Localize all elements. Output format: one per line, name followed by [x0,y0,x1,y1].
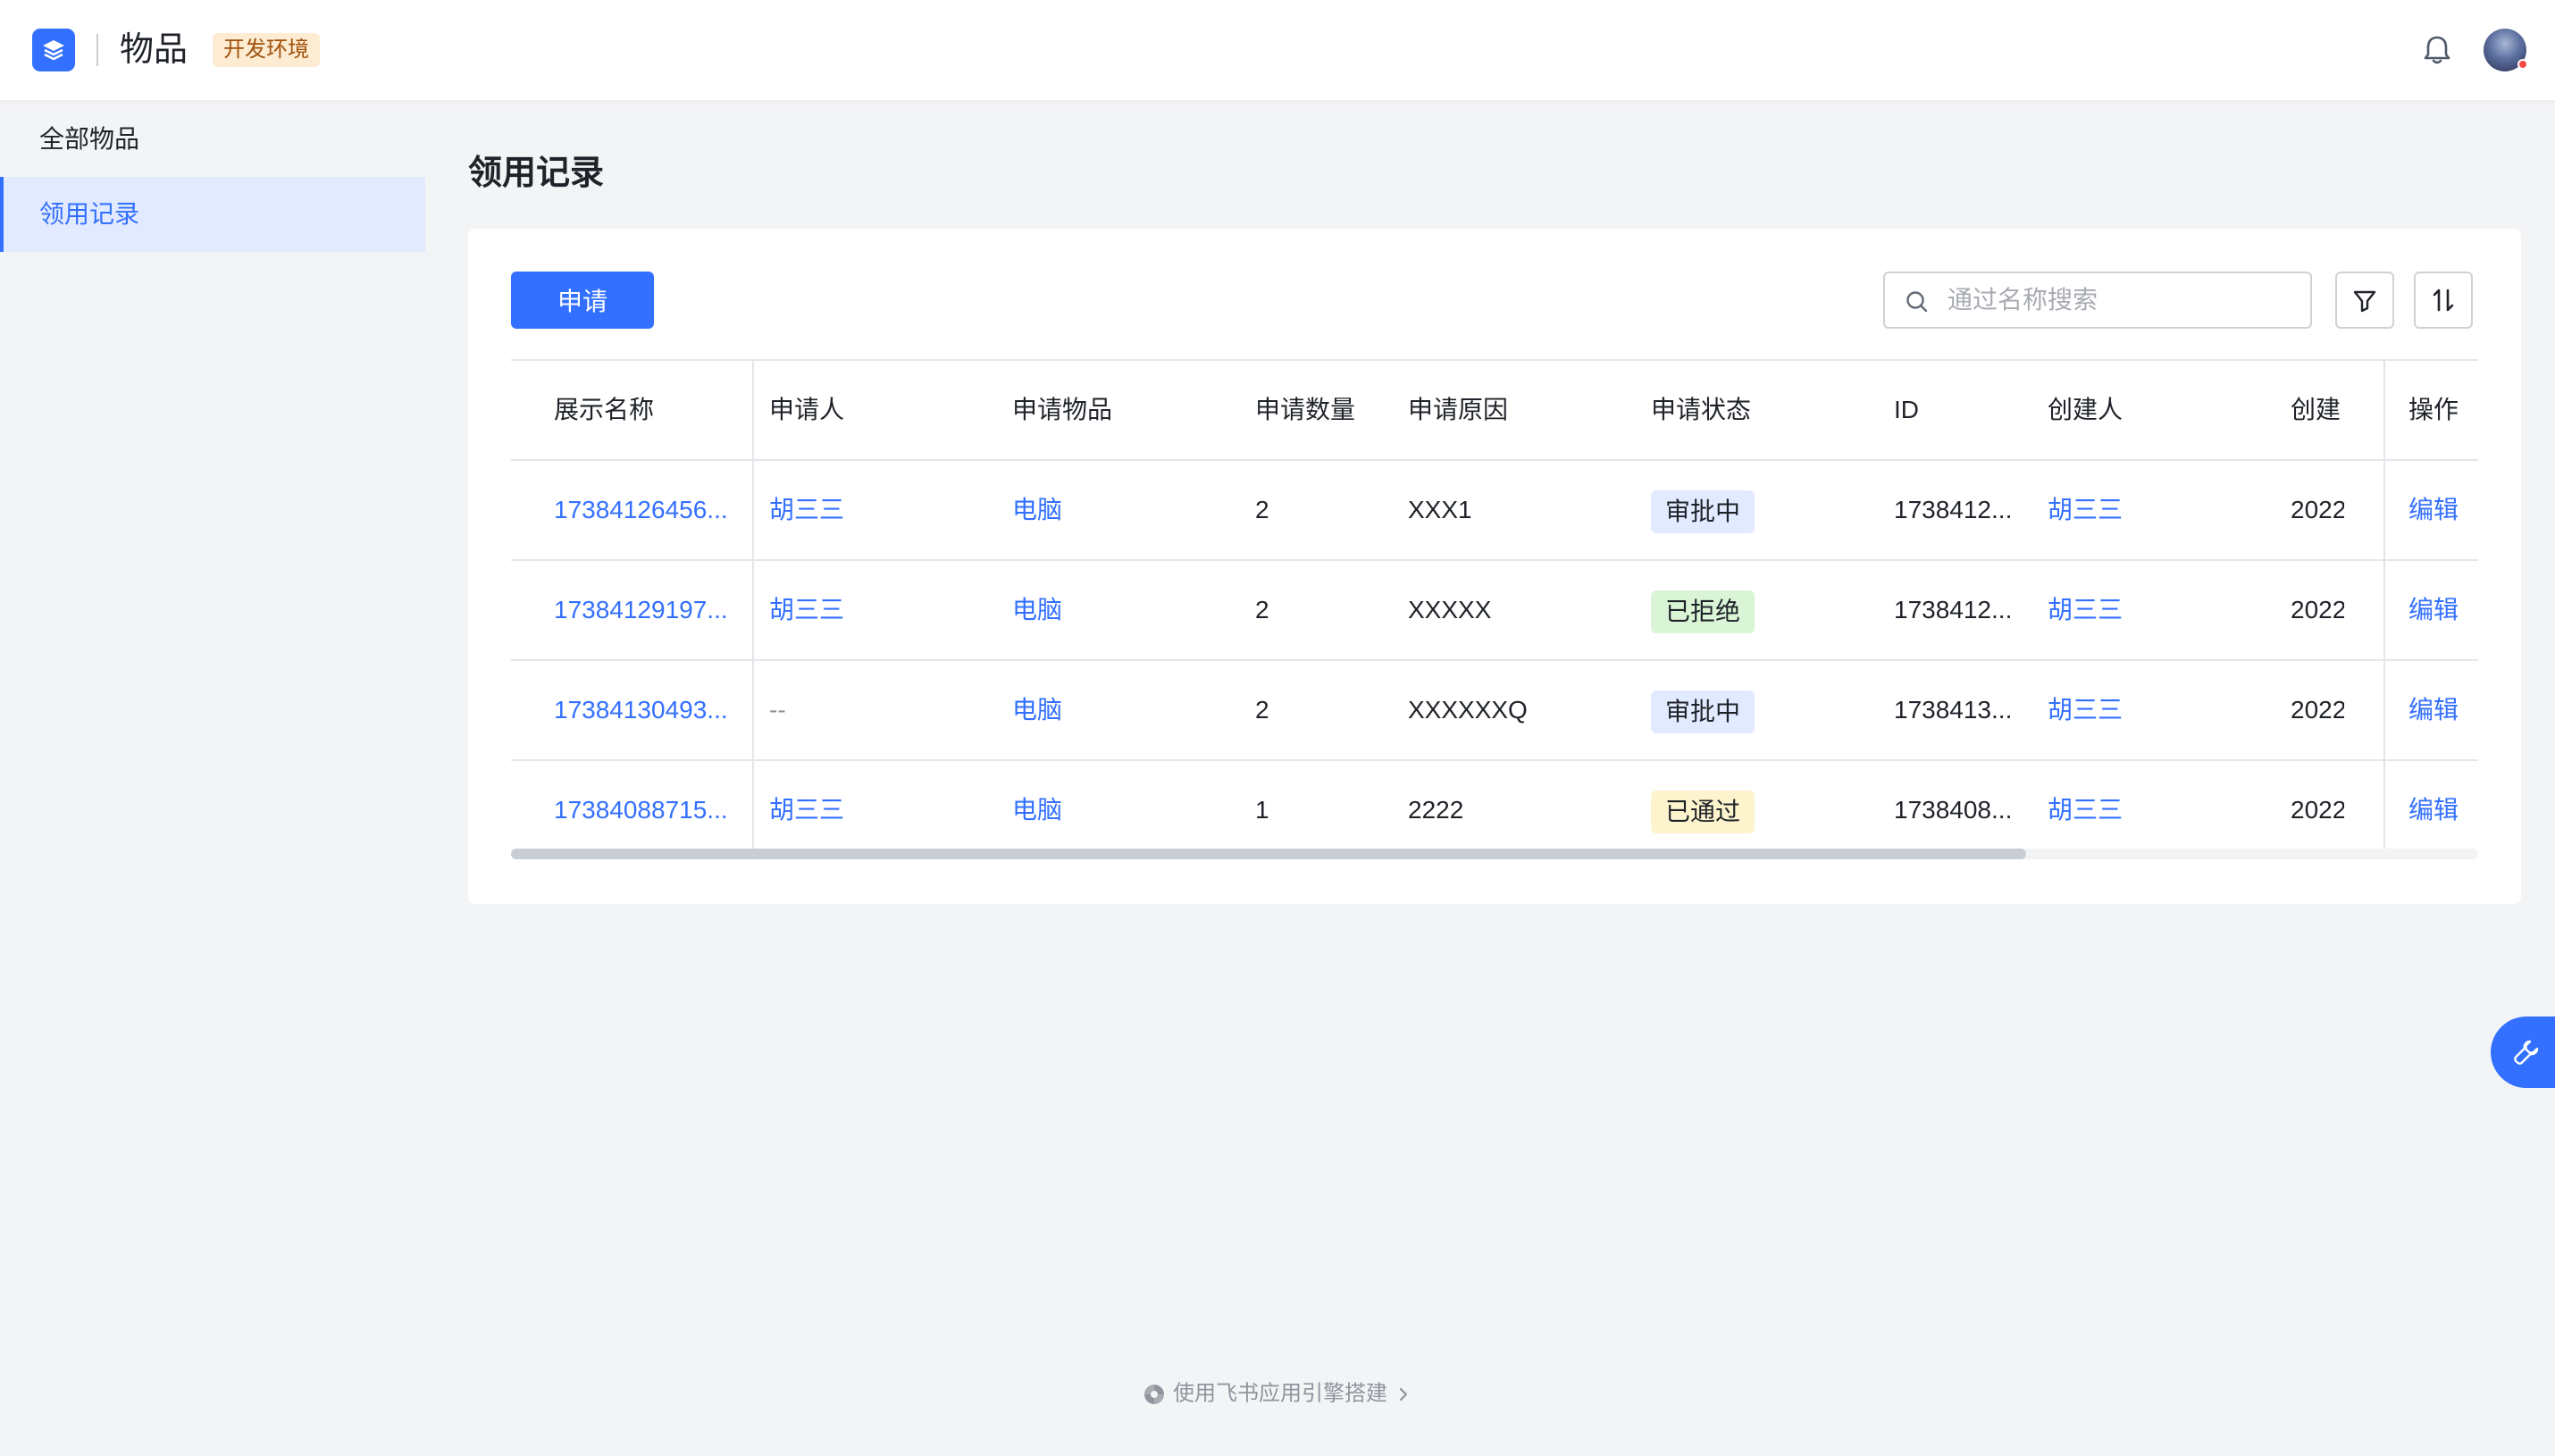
edit-link[interactable]: 编辑 [2408,461,2478,559]
table-row[interactable]: 17384130493... -- 电脑 2 XXXXXXQ 审批中 17384… [511,661,2478,761]
records-table: 展示名称 申请人 申请物品 申请数量 申请原因 申请状态 ID 创建人 创建 1… [511,359,2478,849]
col-quantity[interactable]: 申请数量 [1255,361,1398,459]
edit-link[interactable]: 编辑 [2408,761,2478,849]
feishu-logo-icon [1144,1384,1165,1404]
creator-link[interactable]: 胡三三 [2048,661,2262,759]
frozen-column-divider [752,361,754,849]
col-actions: 操作 [2408,396,2459,423]
apply-button[interactable]: 申请 [511,272,654,329]
col-creator[interactable]: 创建人 [2048,361,2262,459]
table-row[interactable]: 17384129197... 胡三三 电脑 2 XXXXX 已拒绝 173841… [511,561,2478,661]
floating-tools-button[interactable] [2491,1017,2555,1088]
filter-button[interactable] [2335,272,2394,329]
quantity-cell: 2 [1255,696,1269,724]
page-title: 领用记录 [468,155,605,192]
sidebar-item-all-items[interactable]: 全部物品 [0,102,425,177]
col-item[interactable]: 申请物品 [1012,361,1227,459]
layers-icon[interactable] [32,29,75,71]
item-link[interactable]: 电脑 [1012,661,1227,759]
status-cell: 审批中 [1651,461,1865,559]
col-created[interactable]: 创建 [2291,361,2344,459]
search-icon [1906,291,1928,313]
logo-divider [96,34,98,66]
quantity-cell: 2 [1255,496,1269,523]
actions-column: 操作 编辑 编辑 编辑 编辑 [2385,361,2478,849]
table-row[interactable]: 17384126456... 胡三三 电脑 2 XXX1 审批中 1738412… [511,461,2478,561]
table-row[interactable]: 17384088715... 胡三三 电脑 1 2222 已通过 1738408… [511,761,2478,849]
status-badge: 已通过 [1651,790,1755,833]
creator-link[interactable]: 胡三三 [2048,761,2262,849]
applicant-cell: -- [769,696,786,724]
sort-icon [2433,289,2454,312]
col-status[interactable]: 申请状态 [1651,361,1865,459]
status-badge: 审批中 [1651,690,1755,733]
footer[interactable]: 使用飞书应用引擎搭建 [0,1376,2555,1412]
edit-link[interactable]: 编辑 [2408,561,2478,659]
reason-cell: XXX1 [1408,496,1472,523]
id-cell: 1738412... [1894,496,2013,523]
display-name-link[interactable]: 17384126456... [554,461,741,559]
footer-text[interactable]: 使用飞书应用引擎搭建 [1173,1382,1387,1406]
app-title: 物品 [120,31,188,69]
actions-column-divider [2383,361,2385,849]
sidebar-item-records[interactable]: 领用记录 [0,177,425,252]
env-badge: 开发环境 [213,33,320,67]
display-name-link[interactable]: 17384130493... [554,661,741,759]
col-id[interactable]: ID [1894,361,2028,459]
actions-row: 编辑 [2385,761,2478,849]
item-link[interactable]: 电脑 [1012,561,1227,659]
creator-link[interactable]: 胡三三 [2048,461,2262,559]
search-box[interactable] [1883,272,2312,329]
actions-row: 编辑 [2385,461,2478,561]
reason-cell: XXXXX [1408,596,1492,623]
reason-cell: 2222 [1408,796,1464,824]
top-bar: 物品 开发环境 [0,0,2555,100]
actions-row: 编辑 [2385,661,2478,761]
id-cell: 1738412... [1894,596,2013,623]
reason-cell: XXXXXXQ [1408,696,1528,724]
creator-link[interactable]: 胡三三 [2048,561,2262,659]
quantity-cell: 2 [1255,596,1269,623]
quantity-cell: 1 [1255,796,1269,824]
sort-button[interactable] [2414,272,2473,329]
actions-header-row: 操作 [2385,361,2478,461]
created-cell: 2022 [2291,496,2344,523]
scrollbar-thumb[interactable] [511,849,2026,859]
records-card: 申请 展示名称 申请人 申请物品 申请数量 申请原因 申请状态 ID 创建人 创… [468,229,2521,904]
edit-link[interactable]: 编辑 [2408,661,2478,759]
table-header-row: 展示名称 申请人 申请物品 申请数量 申请原因 申请状态 ID 创建人 创建 [511,361,2478,461]
filter-icon [2353,290,2376,313]
col-reason[interactable]: 申请原因 [1408,361,1622,459]
wrench-icon [2514,1040,2539,1065]
applicant-link[interactable]: 胡三三 [769,461,984,559]
item-link[interactable]: 电脑 [1012,761,1227,849]
search-input[interactable] [1948,280,2296,320]
notification-dot [2517,59,2528,70]
created-cell: 2022 [2291,696,2344,724]
status-cell: 已通过 [1651,761,1865,849]
status-badge: 已拒绝 [1651,590,1755,633]
col-display-name[interactable]: 展示名称 [554,361,750,459]
status-badge: 审批中 [1651,490,1755,533]
item-link[interactable]: 电脑 [1012,461,1227,559]
avatar[interactable] [2484,29,2528,71]
chevron-right-icon [1399,1387,1407,1401]
display-name-link[interactable]: 17384088715... [554,761,741,849]
horizontal-scrollbar[interactable] [511,849,2478,859]
status-cell: 已拒绝 [1651,561,1865,659]
id-cell: 1738408... [1894,796,2013,824]
created-cell: 2022 [2291,796,2344,824]
col-applicant[interactable]: 申请人 [769,361,984,459]
status-cell: 审批中 [1651,661,1865,759]
created-cell: 2022 [2291,596,2344,623]
bell-icon[interactable] [2419,32,2455,68]
applicant-link[interactable]: 胡三三 [769,761,984,849]
applicant-link[interactable]: 胡三三 [769,561,984,659]
id-cell: 1738413... [1894,696,2013,724]
sidebar: 全部物品 领用记录 [0,100,425,252]
actions-row: 编辑 [2385,561,2478,661]
display-name-link[interactable]: 17384129197... [554,561,741,659]
